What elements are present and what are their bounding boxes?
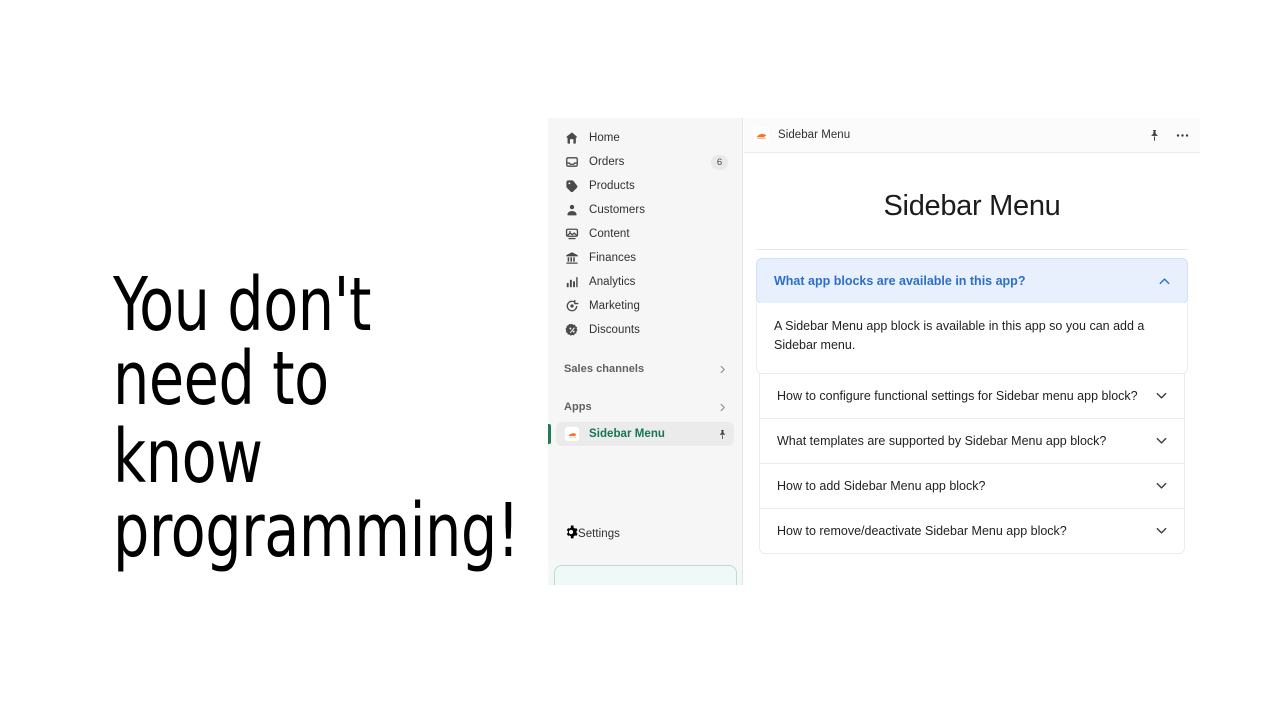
faq-question: How to remove/deactivate Sidebar Menu ap…: [777, 523, 1067, 538]
chevron-down-icon: [1154, 388, 1170, 403]
sidebar-item-analytics[interactable]: Analytics: [556, 270, 734, 294]
more-horizontal-icon[interactable]: [1175, 128, 1190, 143]
sidebar-item-label: Sidebar Menu: [589, 428, 666, 440]
gear-icon: [564, 525, 578, 544]
sidebar-item-finances[interactable]: Finances: [556, 246, 734, 270]
sidebar-item-label: Settings: [578, 528, 620, 540]
sidebar-section-label: Sales channels: [564, 363, 645, 375]
faq-item-3: How to add Sidebar Menu app block?: [760, 464, 1184, 509]
faq-question: How to configure functional settings for…: [777, 388, 1138, 403]
sidebar-item-content[interactable]: Content: [556, 222, 734, 246]
sidebar-item-label: Content: [589, 228, 630, 240]
orders-icon: [564, 154, 580, 170]
home-icon: [564, 130, 580, 146]
app-window: Home Orders 6 Products Customers Content…: [548, 118, 1200, 585]
sidebar-item-customers[interactable]: Customers: [556, 198, 734, 222]
faq-question: What templates are supported by Sidebar …: [777, 433, 1107, 448]
headline-line-1: You don't need to: [113, 262, 371, 422]
customers-icon: [564, 202, 580, 218]
faq-accordion: What app blocks are available in this ap…: [756, 258, 1188, 554]
main-panel: Sidebar Menu Sidebar Menu What app block…: [744, 118, 1200, 585]
chevron-down-icon: [1154, 523, 1170, 538]
title-divider: [756, 249, 1188, 250]
sidebar-section-sales-channels[interactable]: Sales channels: [556, 358, 734, 380]
chevron-right-icon: [717, 364, 728, 375]
main-content: Sidebar Menu What app blocks are availab…: [744, 190, 1200, 554]
sidebar-section-apps[interactable]: Apps: [556, 396, 734, 418]
sidebar-menu-app-icon: [753, 127, 769, 143]
faq-item-1: How to configure functional settings for…: [760, 374, 1184, 419]
finances-icon: [564, 250, 580, 266]
pin-icon[interactable]: [1148, 129, 1161, 142]
faq-header[interactable]: What templates are supported by Sidebar …: [760, 419, 1184, 463]
headline-line-2: know programming!: [113, 414, 520, 574]
content-icon: [564, 226, 580, 242]
sidebar-item-sidebar-menu[interactable]: Sidebar Menu: [548, 422, 734, 446]
marketing-icon: [564, 298, 580, 314]
sidebar-item-label: Analytics: [589, 276, 636, 288]
faq-item-0: What app blocks are available in this ap…: [756, 258, 1188, 304]
sidebar: Home Orders 6 Products Customers Content…: [548, 118, 743, 585]
sidebar-menu-app-icon: [564, 426, 580, 442]
promo-headline: You don't need to know programming!: [113, 268, 520, 574]
faq-collapsed-group: How to configure functional settings for…: [759, 373, 1185, 554]
discounts-icon: [564, 322, 580, 338]
app-topbar: Sidebar Menu: [744, 118, 1200, 153]
faq-answer-panel: A Sidebar Menu app block is available in…: [756, 303, 1188, 374]
products-icon: [564, 178, 580, 194]
faq-header[interactable]: How to configure functional settings for…: [760, 374, 1184, 418]
orders-count-badge: 6: [711, 154, 728, 170]
faq-question: How to add Sidebar Menu app block?: [777, 478, 986, 493]
sidebar-item-label: Orders: [589, 156, 625, 168]
chevron-down-icon: [1154, 478, 1170, 493]
faq-item-4: How to remove/deactivate Sidebar Menu ap…: [760, 509, 1184, 553]
faq-answer: A Sidebar Menu app block is available in…: [774, 319, 1145, 353]
chevron-up-icon: [1157, 274, 1173, 289]
sidebar-item-label: Finances: [589, 252, 637, 264]
sidebar-section-label: Apps: [564, 401, 592, 413]
faq-header[interactable]: What app blocks are available in this ap…: [757, 259, 1187, 303]
sidebar-item-orders[interactable]: Orders 6: [556, 150, 734, 174]
sidebar-item-products[interactable]: Products: [556, 174, 734, 198]
sidebar-item-label: Discounts: [589, 324, 640, 336]
chevron-right-icon: [717, 402, 728, 413]
sidebar-item-label: Products: [589, 180, 635, 192]
bottom-promo-box[interactable]: [554, 565, 737, 585]
pin-icon[interactable]: [717, 429, 728, 440]
topbar-title: Sidebar Menu: [778, 129, 851, 141]
faq-header[interactable]: How to add Sidebar Menu app block?: [760, 464, 1184, 508]
sidebar-item-settings[interactable]: Settings: [556, 522, 735, 546]
sidebar-item-label: Marketing: [589, 300, 640, 312]
faq-item-2: What templates are supported by Sidebar …: [760, 419, 1184, 464]
sidebar-item-marketing[interactable]: Marketing: [556, 294, 734, 318]
topbar-actions: [1148, 128, 1190, 143]
faq-header[interactable]: How to remove/deactivate Sidebar Menu ap…: [760, 509, 1184, 553]
sidebar-item-discounts[interactable]: Discounts: [556, 318, 734, 342]
sidebar-nav: Home Orders 6 Products Customers Content…: [548, 118, 742, 446]
faq-question: What app blocks are available in this ap…: [774, 274, 1026, 288]
sidebar-item-label: Home: [589, 132, 620, 144]
sidebar-item-home[interactable]: Home: [556, 126, 734, 150]
chevron-down-icon: [1154, 433, 1170, 448]
page-title: Sidebar Menu: [883, 190, 1061, 222]
analytics-icon: [564, 274, 580, 290]
sidebar-item-label: Customers: [589, 204, 646, 216]
screen: You don't need to know programming! Home…: [0, 0, 1280, 720]
